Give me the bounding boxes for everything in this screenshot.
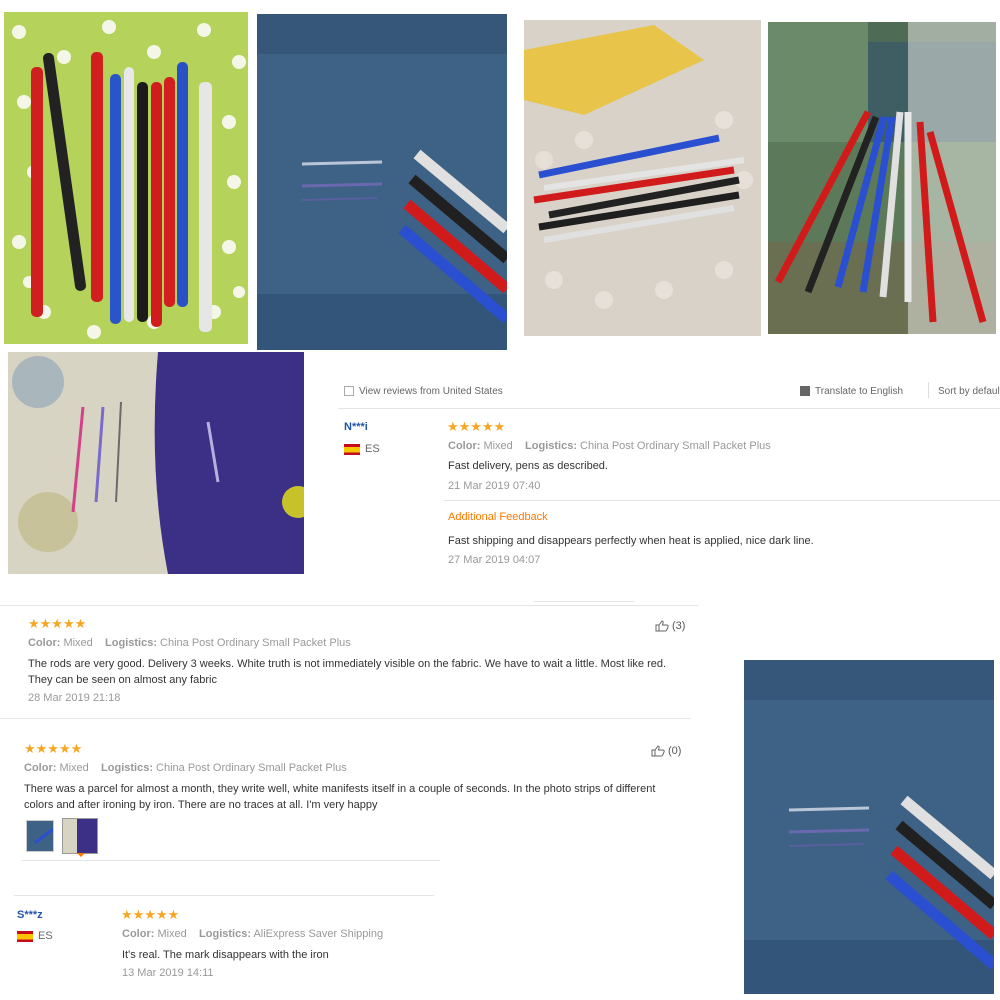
thumbs-up-icon — [651, 745, 665, 757]
additional-feedback-text: Fast shipping and disappears perfectly w… — [448, 535, 814, 547]
product-photo-cross-stitch — [768, 22, 996, 334]
divider — [928, 382, 929, 398]
filter-us-reviews[interactable]: View reviews from United States — [344, 386, 503, 397]
color-label: Color: — [448, 440, 481, 452]
reviewer-country: ES — [344, 443, 380, 455]
country-code: ES — [38, 930, 53, 942]
product-photo-pens-on-polka-dots — [4, 12, 248, 344]
product-photo-fabric-lines — [257, 14, 507, 350]
additional-feedback-date: 27 Mar 2019 04:07 — [448, 554, 541, 566]
thumbs-up-icon — [655, 620, 669, 632]
review-text-line-2: They can be seen on almost any fabric — [28, 674, 217, 686]
divider — [534, 601, 634, 602]
divider — [338, 408, 1000, 409]
color-label: Color: — [24, 762, 57, 774]
country-code: ES — [365, 443, 380, 455]
divider — [22, 860, 440, 861]
logistics-value: China Post Ordinary Small Packet Plus — [580, 440, 771, 452]
logistics-label: Logistics: — [105, 637, 157, 649]
color-value: Mixed — [63, 637, 93, 649]
product-photo-bubble-wrap — [524, 20, 761, 336]
review-text-line-1: The rods are very good. Delivery 3 weeks… — [28, 658, 667, 670]
color-label: Color: — [122, 928, 155, 940]
spain-flag-icon — [344, 443, 360, 455]
sort-dropdown[interactable]: Sort by default — [938, 386, 1000, 397]
divider — [0, 605, 698, 606]
review-text: It's real. The mark disappears with the … — [122, 949, 329, 961]
review-meta: Color: Mixed Logistics: AliExpress Saver… — [122, 928, 383, 940]
helpful-count: (0) — [668, 745, 682, 757]
color-label: Color: — [28, 637, 61, 649]
star-rating: ★★★★★ — [24, 741, 83, 756]
review-text-line-2: colors and after ironing by iron. There … — [24, 799, 378, 811]
selected-indicator-icon — [77, 853, 85, 857]
helpful-count: (3) — [672, 620, 686, 632]
reviewer-country: ES — [17, 930, 53, 942]
helpful-button[interactable]: (3) — [655, 620, 685, 632]
checkbox-icon[interactable] — [344, 386, 354, 397]
review-meta: Color: Mixed Logistics: China Post Ordin… — [448, 440, 771, 452]
helpful-button[interactable]: (0) — [651, 745, 681, 757]
review-text: Fast delivery, pens as described. — [448, 460, 608, 472]
review-text-line-1: There was a parcel for almost a month, t… — [24, 783, 656, 795]
logistics-label: Logistics: — [525, 440, 577, 452]
translate-label: Translate to English — [815, 386, 904, 397]
color-value: Mixed — [483, 440, 513, 452]
review-date: 28 Mar 2019 21:18 — [28, 692, 121, 704]
logistics-label: Logistics: — [101, 762, 153, 774]
logistics-value: China Post Ordinary Small Packet Plus — [156, 762, 347, 774]
star-rating: ★★★★★ — [121, 907, 180, 922]
product-photo-fabric-pens-2 — [744, 660, 994, 994]
logistics-label: Logistics: — [199, 928, 251, 940]
checkbox-checked-icon[interactable] — [800, 386, 810, 397]
sort-label: Sort by default — [938, 386, 1000, 397]
star-rating: ★★★★★ — [28, 616, 87, 631]
review-date: 21 Mar 2019 07:40 — [448, 480, 541, 492]
divider — [14, 895, 434, 896]
review-meta: Color: Mixed Logistics: China Post Ordin… — [24, 762, 347, 774]
review-date: 13 Mar 2019 14:11 — [122, 967, 214, 979]
reviewer-name[interactable]: S***z — [17, 909, 43, 921]
filter-label: View reviews from United States — [359, 386, 503, 397]
logistics-value: China Post Ordinary Small Packet Plus — [160, 637, 351, 649]
review-meta: Color: Mixed Logistics: China Post Ordin… — [28, 637, 351, 649]
divider — [444, 500, 1000, 501]
color-value: Mixed — [59, 762, 89, 774]
spain-flag-icon — [17, 930, 33, 942]
star-rating: ★★★★★ — [447, 419, 506, 434]
logistics-value: AliExpress Saver Shipping — [253, 928, 384, 940]
reviewer-name[interactable]: N***i — [344, 421, 368, 433]
translate-toggle[interactable]: Translate to English — [800, 386, 903, 397]
review-photo-thumbnail[interactable] — [26, 820, 54, 852]
review-photo-thumbnail-selected[interactable] — [62, 818, 98, 854]
product-photo-colored-lines — [8, 352, 304, 574]
divider — [0, 718, 690, 719]
color-value: Mixed — [157, 928, 187, 940]
additional-feedback-label: Additional Feedback — [448, 511, 548, 523]
